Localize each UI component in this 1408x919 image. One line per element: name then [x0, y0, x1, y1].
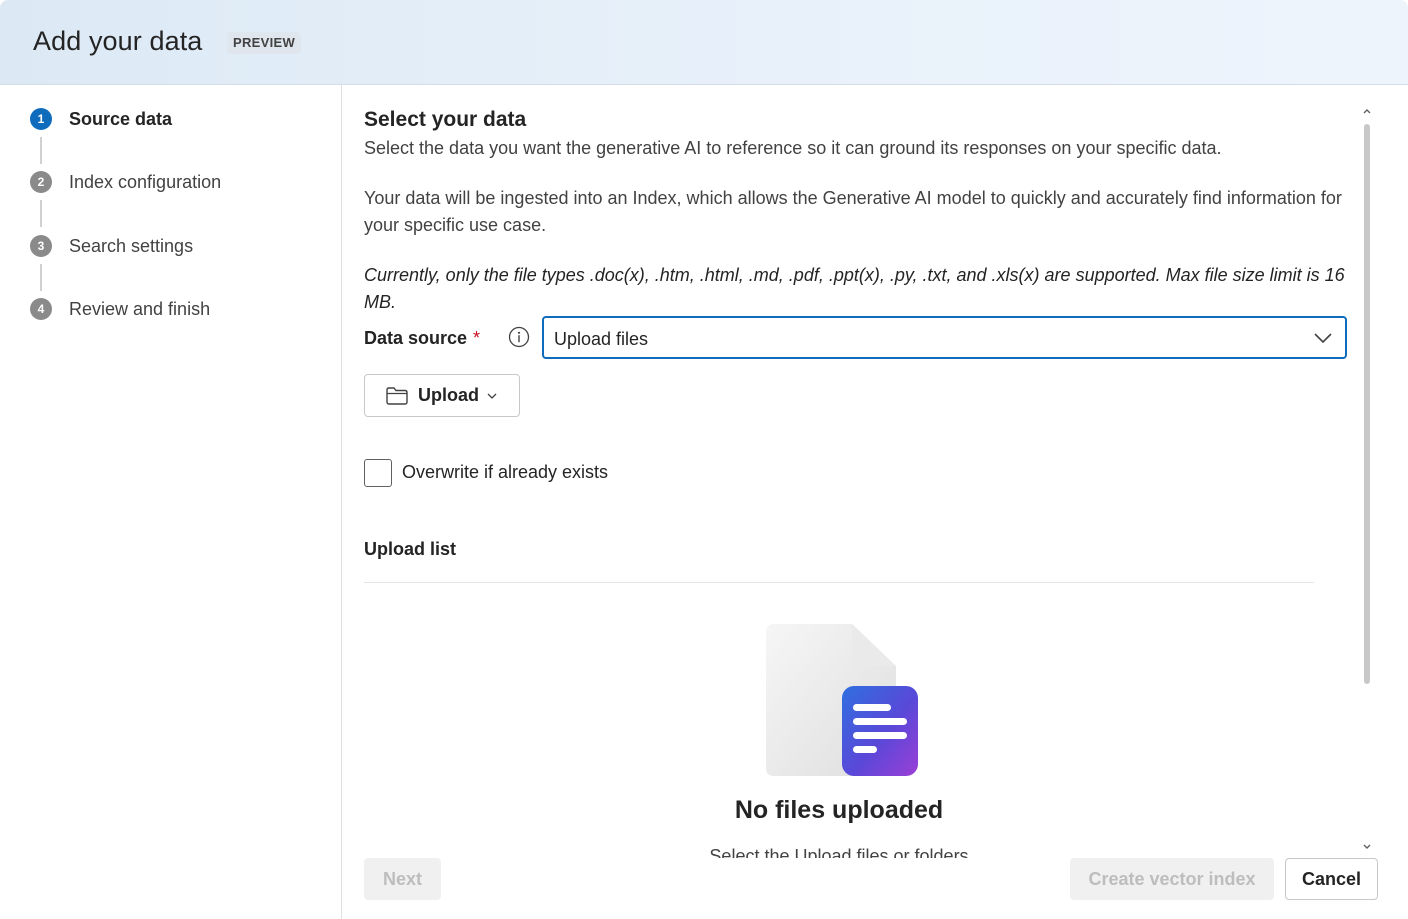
add-data-dialog: Add your data PREVIEW 1 Source data 2 In… [0, 0, 1408, 919]
scroll-down-icon[interactable] [1362, 842, 1372, 852]
upload-button-label: Upload [418, 385, 479, 405]
data-source-select[interactable]: Upload files [542, 316, 1347, 359]
step-index-configuration[interactable]: 2 Index configuration [30, 170, 221, 194]
step-label: Source data [69, 108, 173, 129]
empty-state-subtitle: Select the Upload files or folders [709, 846, 969, 858]
step-number: 2 [30, 171, 52, 193]
step-review-and-finish[interactable]: 4 Review and finish [30, 297, 210, 321]
content-scrollbar[interactable] [1359, 104, 1375, 856]
upload-button[interactable]: Upload [364, 374, 520, 417]
step-connector [40, 264, 42, 291]
step-search-settings[interactable]: 3 Search settings [30, 234, 193, 258]
overwrite-checkbox[interactable] [364, 459, 392, 487]
chevron-down-icon [487, 393, 497, 399]
file-types-note: Currently, only the file types .doc(x), … [364, 265, 1345, 312]
required-mark: * [473, 328, 481, 348]
step-label: Index configuration [69, 171, 222, 192]
step-number: 3 [30, 235, 52, 257]
description-text: Select the data you want the generative … [364, 138, 1222, 158]
next-button[interactable]: Next [364, 858, 441, 900]
folder-icon [386, 386, 408, 405]
dialog-header: Add your data PREVIEW [0, 0, 1408, 85]
upload-list-title: Upload list [364, 539, 457, 559]
info-icon[interactable] [508, 326, 530, 348]
data-source-label: Data source * [364, 328, 480, 349]
index-note-text: Your data will be ingested into an Index… [364, 188, 1342, 235]
step-source-data[interactable]: 1 Source data [30, 107, 172, 131]
create-vector-index-button[interactable]: Create vector index [1070, 858, 1274, 900]
scrollbar-thumb[interactable] [1364, 124, 1370, 684]
data-source-label-text: Data source [364, 328, 468, 348]
preview-badge: PREVIEW [227, 32, 302, 54]
dialog-title: Add your data [33, 26, 203, 56]
step-number: 1 [30, 108, 52, 130]
step-label: Review and finish [69, 298, 211, 319]
step-number: 4 [30, 298, 52, 320]
step-connector [40, 200, 42, 227]
empty-state-title: No files uploaded [734, 796, 944, 824]
wizard-steps: 1 Source data 2 Index configuration 3 Se… [0, 85, 342, 919]
overwrite-label[interactable]: Overwrite if already exists [402, 462, 608, 483]
section-heading: Select your data [364, 108, 527, 131]
divider [364, 582, 1314, 583]
main-content: Select your data Select the data you wan… [364, 104, 1354, 858]
data-source-value: Upload files [554, 329, 649, 349]
cancel-button[interactable]: Cancel [1285, 858, 1378, 900]
scroll-up-icon[interactable] [1362, 106, 1372, 116]
empty-document-icon [766, 624, 918, 776]
chevron-down-icon [1314, 333, 1332, 344]
step-connector [40, 137, 42, 164]
step-label: Search settings [69, 235, 194, 256]
